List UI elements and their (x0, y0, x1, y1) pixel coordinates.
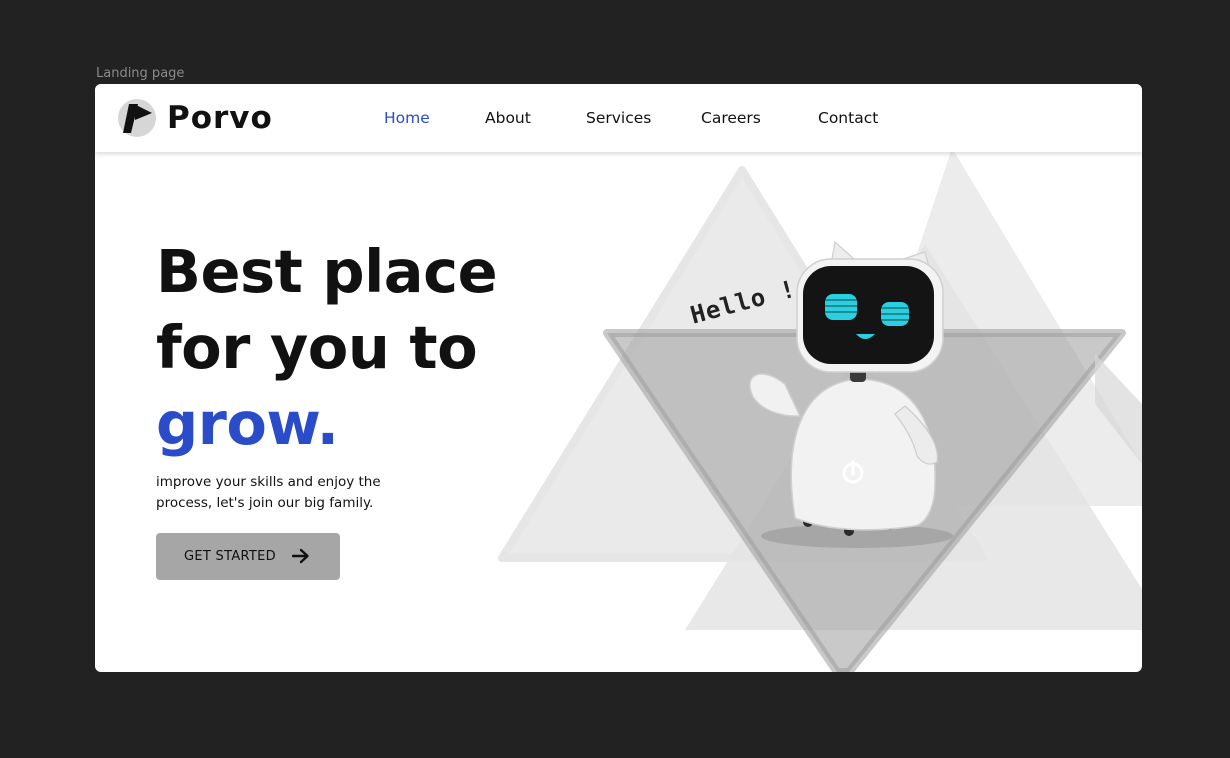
hero-subtitle: improve your skills and enjoy the proces… (156, 474, 381, 511)
get-started-label: GET STARTED (184, 549, 276, 564)
brand-name: Porvo (167, 100, 273, 136)
nav-services[interactable]: Services (586, 109, 651, 127)
arrow-right-icon (292, 548, 309, 564)
top-navbar: Porvo Home About Services Careers Contac… (95, 84, 1142, 152)
logo-mark-icon (118, 99, 156, 137)
nav-contact[interactable]: Contact (818, 109, 878, 127)
triangle-background (498, 148, 1142, 672)
frame-label: Landing page (96, 66, 185, 81)
landing-page-frame: Hello ! Porvo Home About Services Career… (95, 84, 1142, 672)
hero-heading: Best place for you to grow. (156, 234, 498, 462)
nav-home[interactable]: Home (384, 109, 430, 127)
nav-careers[interactable]: Careers (701, 109, 761, 127)
nav-about[interactable]: About (485, 109, 531, 127)
get-started-button[interactable]: GET STARTED (156, 533, 340, 580)
hero-heading-accent: grow. (156, 389, 339, 458)
speech-hello-text: Hello ! (687, 274, 800, 330)
hero-heading-line-2: for you to (156, 313, 478, 382)
brand-logo[interactable]: Porvo (117, 98, 273, 138)
hero-heading-line-1: Best place (156, 237, 498, 306)
